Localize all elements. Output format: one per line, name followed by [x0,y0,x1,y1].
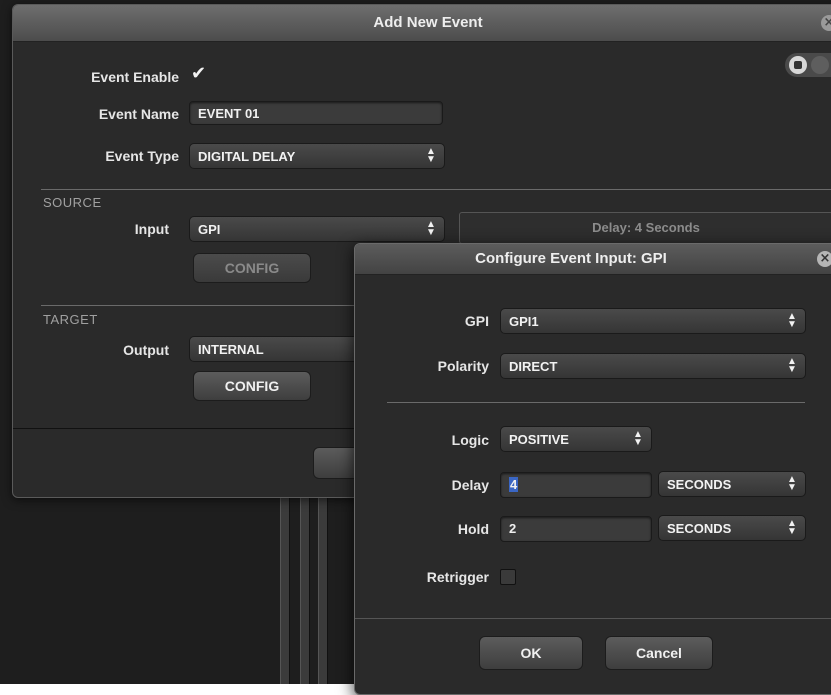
close-icon[interactable]: × [817,251,831,267]
select-arrows-icon: ▲ ▼ [426,146,436,165]
hold-label: Hold [457,521,489,537]
event-type-select[interactable]: DIGITAL DELAY ▲ ▼ [189,143,445,169]
close-icon[interactable]: × [821,15,831,31]
footer-divider [355,618,831,619]
gpi-value: GPI1 [509,314,539,329]
background-panel-edge [300,496,310,684]
retrigger-checkbox[interactable] [500,569,516,585]
retrigger-label: Retrigger [426,569,489,585]
logic-select[interactable]: POSITIVE ▲ ▼ [500,426,652,452]
input-select[interactable]: GPI ▲ ▼ [189,216,445,242]
event-type-value: DIGITAL DELAY [198,149,296,164]
select-arrows-icon: ▲ ▼ [426,219,436,238]
output-label: Output [123,342,169,358]
hold-unit-select[interactable]: SECONDS ▲ ▼ [658,515,806,541]
sub-dialog-title: Configure Event Input: GPI [475,250,667,267]
target-section-label: TARGET [43,312,98,327]
hold-unit-value: SECONDS [667,521,732,536]
delay-unit-select[interactable]: SECONDS ▲ ▼ [658,471,806,497]
select-arrows-icon: ▲ ▼ [787,311,797,330]
dialog-tools [785,53,831,77]
delay-value: 4 [509,477,519,492]
delay-info-box: Delay: 4 Seconds [459,212,831,244]
event-enable-checkbox[interactable]: ✔ [191,63,206,84]
sub-dialog-title-bar[interactable]: Configure Event Input: GPI [355,244,831,275]
polarity-value: DIRECT [509,359,558,374]
configure-event-input-dialog: Configure Event Input: GPI × GPI GPI1 ▲ ▼… [354,243,831,695]
output-value: INTERNAL [198,342,264,357]
select-arrows-icon: ▲ ▼ [633,429,643,448]
background-panel-edge [280,496,290,684]
event-type-label: Event Type [105,148,179,164]
logic-value: POSITIVE [509,432,569,447]
polarity-select[interactable]: DIRECT ▲ ▼ [500,353,806,379]
target-config-button[interactable]: CONFIG [193,371,311,401]
hold-input[interactable]: 2 [500,516,652,542]
event-name-label: Event Name [98,106,179,122]
dialog-title: Add New Event [373,14,483,31]
event-enable-label: Event Enable [91,69,179,85]
delay-input[interactable]: 4 [500,472,652,498]
ok-button[interactable]: OK [479,636,583,670]
event-name-input[interactable]: EVENT 01 [189,101,443,125]
divider [41,189,831,190]
delay-unit-value: SECONDS [667,477,732,492]
select-arrows-icon: ▲ ▼ [787,518,797,537]
cancel-button[interactable]: Cancel [605,636,713,670]
paste-icon[interactable] [811,56,829,74]
select-arrows-icon: ▲ ▼ [787,474,797,493]
input-value: GPI [198,222,221,237]
source-section-label: SOURCE [43,195,102,210]
select-arrows-icon: ▲ ▼ [787,356,797,375]
background-panel-edge [318,496,328,684]
copy-icon[interactable] [789,56,807,74]
gpi-label: GPI [464,313,489,329]
logic-label: Logic [451,432,489,448]
divider [387,402,805,403]
polarity-label: Polarity [437,358,489,374]
delay-label: Delay [451,477,489,493]
gpi-select[interactable]: GPI1 ▲ ▼ [500,308,806,334]
source-config-button[interactable]: CONFIG [193,253,311,283]
dialog-title-bar[interactable]: Add New Event [13,5,831,42]
input-label: Input [134,221,169,237]
